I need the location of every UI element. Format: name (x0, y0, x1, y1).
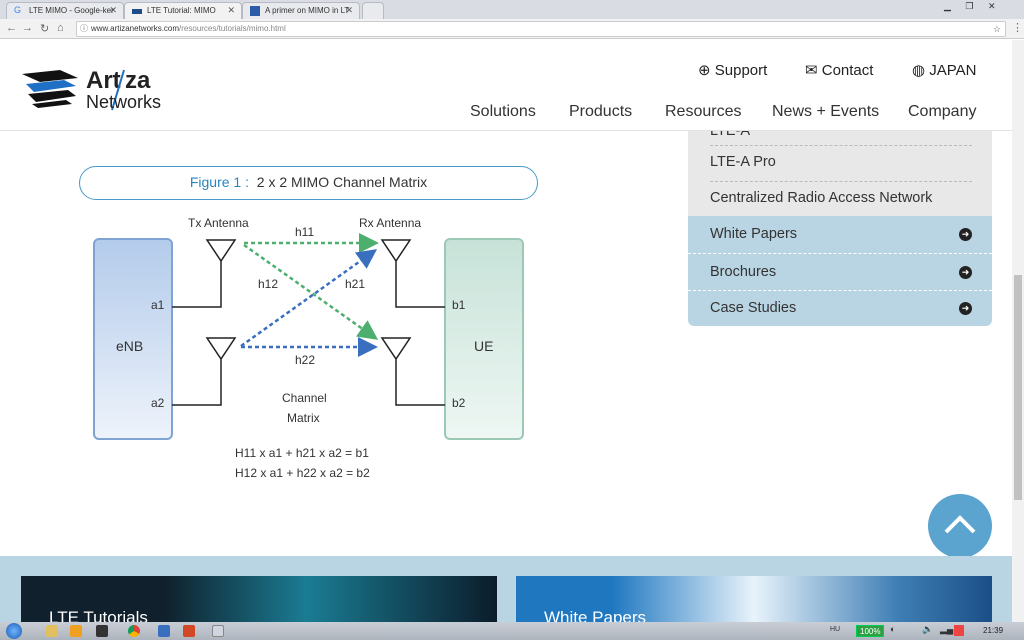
scrollbar-thumb[interactable] (1014, 275, 1022, 500)
tx-antenna-label: Tx Antenna (188, 216, 249, 230)
mimo-diagram: Tx Antenna Rx Antenna h11 h12 h21 h22 a1… (93, 216, 524, 480)
battery-indicator[interactable]: 100% (856, 625, 885, 637)
matrix-label: Matrix (287, 411, 320, 425)
word-icon[interactable] (158, 625, 170, 637)
language-indicator[interactable]: HU (830, 626, 840, 633)
enb-label: eNB (116, 338, 143, 354)
powerpoint-icon[interactable] (183, 625, 195, 637)
network-signal-icon[interactable]: ▂▄ (940, 624, 953, 635)
channel-label: Channel (282, 391, 327, 405)
tx-antenna-1 (172, 239, 237, 308)
path-h21 (240, 249, 378, 348)
taskbar: HU 100% ◐ 🔈 ▂▄ 21:39 (0, 622, 1024, 640)
menu-icon[interactable]: ⋮ (1012, 21, 1023, 34)
clock[interactable]: 21:39 (983, 626, 1003, 635)
a1-label: a1 (151, 298, 165, 312)
card-lte-tutorials[interactable]: LTE Tutorials (21, 576, 497, 622)
a2-label: a2 (151, 396, 165, 410)
scroll-to-top-button[interactable] (928, 494, 992, 558)
ue-label: UE (474, 338, 493, 354)
b2-label: b2 (452, 396, 466, 410)
chrome-icon[interactable] (128, 625, 140, 637)
h21-label: h21 (345, 277, 365, 291)
chevron-up-icon (944, 515, 976, 534)
path-h12 (243, 243, 379, 340)
window-icon[interactable] (212, 625, 224, 637)
rx-antenna-label: Rx Antenna (359, 216, 421, 230)
page-scrollbar[interactable] (1012, 40, 1024, 622)
explorer-icon[interactable] (46, 625, 58, 637)
equation-2: H12 x a1 + h22 x a2 = b2 (235, 466, 370, 480)
rx-antenna-2 (380, 337, 445, 406)
rx-antenna-1 (380, 239, 445, 308)
h11-label: h11 (295, 225, 314, 239)
volume-icon[interactable]: 🔈 (922, 624, 933, 635)
app-icon[interactable] (96, 625, 108, 637)
card-white-papers[interactable]: White Papers (516, 576, 992, 622)
notification-flag-icon[interactable] (954, 625, 964, 636)
power-plug-icon[interactable]: ◐ (890, 624, 895, 634)
equation-1: H11 x a1 + h21 x a2 = b1 (235, 446, 369, 460)
tx-antenna-2 (172, 337, 237, 406)
h22-label: h22 (295, 353, 315, 367)
h12-label: h12 (258, 277, 278, 291)
start-button[interactable] (6, 623, 22, 639)
footer-cards: LTE Tutorials White Papers (0, 556, 1012, 622)
b1-label: b1 (452, 298, 466, 312)
media-player-icon[interactable] (70, 625, 82, 637)
